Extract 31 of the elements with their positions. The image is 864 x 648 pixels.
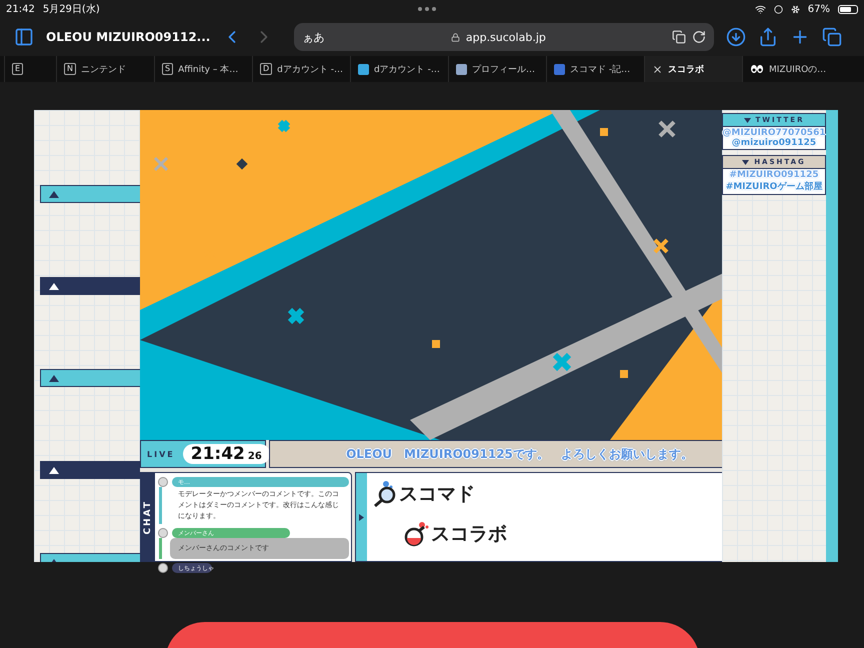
live-label: LIVE — [147, 450, 175, 458]
address-bar[interactable]: ぁあ app.sucolab.jp — [294, 23, 714, 51]
live-time: 21:42 — [190, 444, 245, 464]
text-size-button[interactable]: ぁあ — [302, 30, 324, 44]
letter-badge-icon: D — [260, 63, 272, 75]
letter-badge-icon: S — [162, 63, 174, 75]
date-text: 5月29日(水) — [42, 2, 100, 16]
twitter-account: @mizuiro091125 — [732, 138, 816, 148]
letter-badge-icon: E — [12, 63, 24, 75]
tab-label: スコマド -記… — [570, 64, 630, 76]
tab-label: ニンテンド — [80, 64, 126, 76]
page-title: OLEOU MIZUIRO09112... — [46, 30, 210, 44]
live-seconds: 26 — [248, 451, 262, 462]
letter-badge-icon: N — [64, 63, 76, 75]
tab-label: Affinity – 本… — [178, 64, 238, 76]
sponsor-logo-text: スコラボ — [431, 522, 507, 547]
browser-tab[interactable]: スコラボ — [644, 56, 742, 82]
hashtag-text: #MIZUIROゲーム部屋 — [726, 180, 822, 193]
tab-label: MIZUIROの… — [769, 64, 826, 76]
ticker-text: OLEOU MIZUIRO091125です。 よろしくお願いします。 — [346, 446, 693, 462]
tab-label: dアカウント -… — [374, 64, 440, 76]
twitter-account: @MIZUIRO77070561 — [722, 128, 826, 138]
battery-percent: 67% — [808, 4, 830, 14]
tab-label: スコラボ — [668, 64, 704, 76]
tab-label: プロフィール… — [472, 63, 535, 76]
sponsor-logo-text: スコマド — [399, 482, 475, 507]
tab-label: dアカウント -… — [277, 64, 343, 76]
clock-time: 21:42 — [6, 4, 35, 14]
hashtag-text: #MIZUIRO091125 — [729, 170, 819, 180]
chat-label: CHAT — [143, 500, 153, 534]
url-text: app.sucolab.jp — [466, 30, 546, 44]
